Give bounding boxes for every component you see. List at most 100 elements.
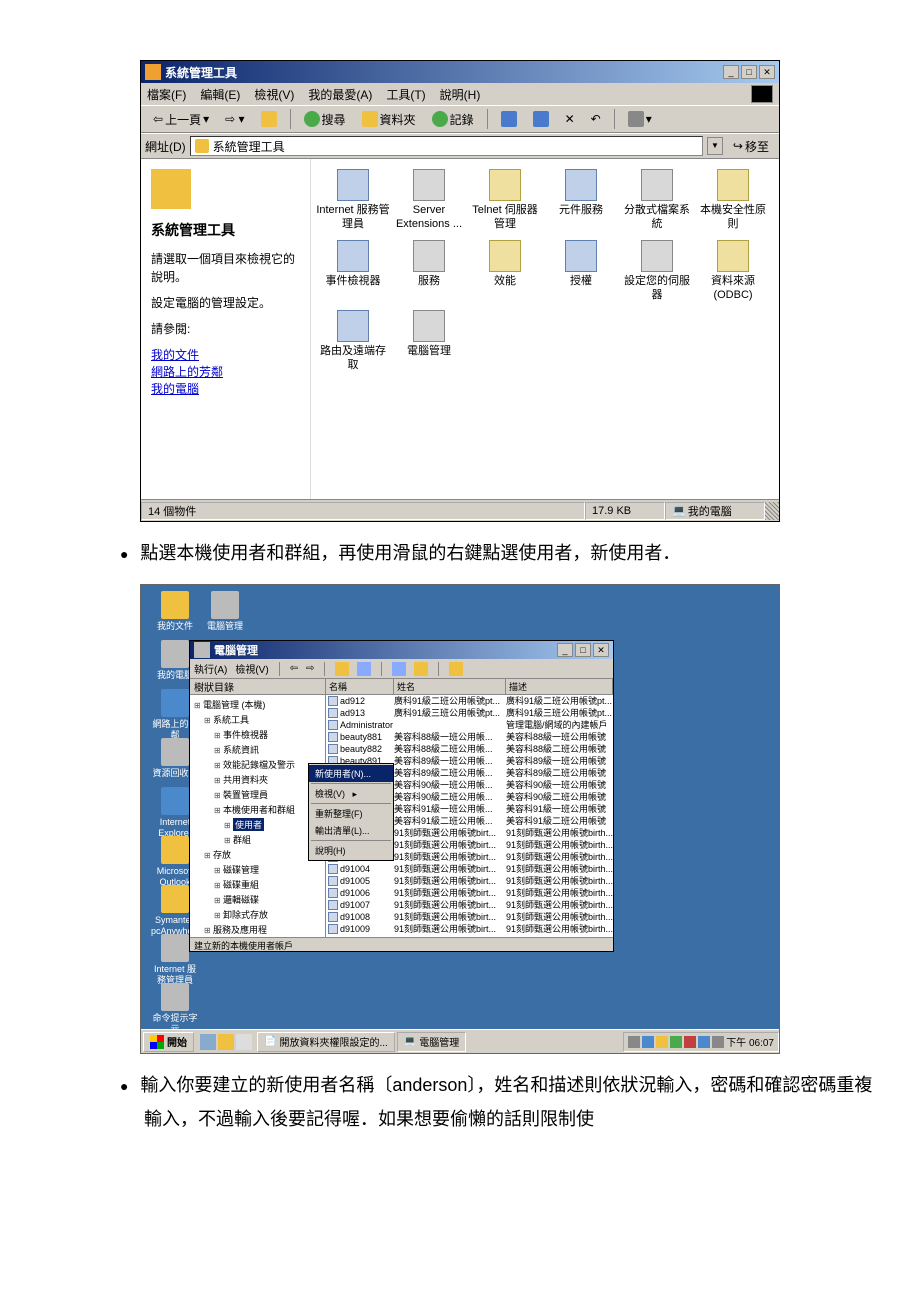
menu-edit[interactable]: 編輯(E): [200, 86, 240, 103]
admin-tool-item[interactable]: 本機安全性原則: [695, 169, 771, 232]
folders-button[interactable]: 資料夾: [356, 109, 422, 130]
user-row[interactable]: beauty882美容科88級二班公用帳...美容科88級二班公用帳號: [326, 743, 613, 755]
forward-button[interactable]: ⇨: [306, 663, 314, 674]
tray-icon[interactable]: [656, 1036, 668, 1048]
toolbar-icon[interactable]: [414, 662, 428, 676]
desktop-icon[interactable]: 電腦管理: [201, 591, 249, 632]
ql-icon[interactable]: [200, 1034, 216, 1050]
desktop-icon[interactable]: 我的文件: [151, 591, 199, 632]
titlebar[interactable]: 系統管理工具 _ □ ✕: [141, 61, 779, 83]
link-network[interactable]: 網路上的芳鄰: [151, 363, 300, 380]
user-row[interactable]: beauty881美容科88級一班公用帳...美容科88級一班公用帳號: [326, 731, 613, 743]
tray-icon[interactable]: [684, 1036, 696, 1048]
tray-icon[interactable]: [628, 1036, 640, 1048]
admin-tool-item[interactable]: 設定您的伺服器: [619, 240, 695, 303]
admin-tool-item[interactable]: Server Extensions ...: [391, 169, 467, 232]
views-button[interactable]: ▾: [622, 109, 658, 129]
tree-eventviewer[interactable]: 事件檢視器: [194, 727, 325, 742]
tree-services[interactable]: 服務及應用程: [194, 922, 325, 937]
tree-storage[interactable]: 存放: [194, 847, 325, 862]
admin-tool-item[interactable]: 電腦管理: [391, 310, 467, 373]
address-input[interactable]: 系統管理工具: [190, 136, 703, 156]
user-row[interactable]: d9100791刻師甄選公用帳號birt...91刻師甄選公用帳號birth..…: [326, 899, 613, 911]
admin-tool-item[interactable]: 元件服務: [543, 169, 619, 232]
help-icon[interactable]: [449, 662, 463, 676]
menu-tools[interactable]: 工具(T): [386, 86, 425, 103]
back-button[interactable]: ⇦ 上一頁 ▾: [147, 109, 215, 130]
admin-tool-item[interactable]: Internet 服務管理員: [315, 169, 391, 232]
maximize-button[interactable]: □: [575, 643, 591, 657]
admin-tool-item[interactable]: 路由及遠端存取: [315, 310, 391, 373]
user-row[interactable]: d9100891刻師甄選公用帳號birt...91刻師甄選公用帳號birth..…: [326, 911, 613, 923]
search-button[interactable]: 搜尋: [298, 109, 352, 130]
ql-icon[interactable]: [218, 1034, 234, 1050]
admin-tool-item[interactable]: 資料來源 (ODBC): [695, 240, 771, 303]
admin-tool-item[interactable]: 事件檢視器: [315, 240, 391, 303]
user-row[interactable]: ad913廣科91級三班公用帳號pt...廣科91級三班公用帳號pt...: [326, 707, 613, 719]
ctx-view[interactable]: 檢視(V) ▸: [309, 785, 393, 802]
tree-diskmgmt[interactable]: 磁碟管理: [194, 862, 325, 877]
tray-clock[interactable]: 下午 06:07: [726, 1034, 774, 1049]
admin-tool-item[interactable]: Telnet 伺服器管理: [467, 169, 543, 232]
maximize-button[interactable]: □: [741, 65, 757, 79]
desktop-icon[interactable]: 命令提示字元: [151, 983, 199, 1035]
minimize-button[interactable]: _: [557, 643, 573, 657]
ctx-help[interactable]: 說明(H): [309, 842, 393, 859]
link-my-computer[interactable]: 我的電腦: [151, 380, 300, 397]
tree-users[interactable]: 使用者: [194, 817, 325, 832]
minimize-button[interactable]: _: [723, 65, 739, 79]
menu-action[interactable]: 執行(A): [194, 661, 227, 676]
address-dropdown-button[interactable]: ▼: [707, 137, 723, 155]
ql-icon[interactable]: [236, 1034, 252, 1050]
tree-perf[interactable]: 效能記錄檔及警示: [194, 757, 325, 772]
tree-systools[interactable]: 系統工具: [194, 712, 325, 727]
back-button[interactable]: ⇦: [290, 663, 298, 674]
ctx-export[interactable]: 輸出清單(L)...: [309, 822, 393, 839]
user-row[interactable]: d9100691刻師甄選公用帳號birt...91刻師甄選公用帳號birth..…: [326, 887, 613, 899]
go-button[interactable]: ↪移至: [727, 136, 775, 157]
admin-tool-item[interactable]: 分散式檔案系統: [619, 169, 695, 232]
menu-view[interactable]: 檢視(V): [235, 661, 268, 676]
tree-devmgr[interactable]: 裝置管理員: [194, 787, 325, 802]
menu-view[interactable]: 檢視(V): [254, 86, 294, 103]
admin-tool-item[interactable]: 授權: [543, 240, 619, 303]
toolbar-icon[interactable]: [357, 662, 371, 676]
tray-icon[interactable]: [712, 1036, 724, 1048]
titlebar[interactable]: 電腦管理 _ □ ✕: [190, 641, 613, 659]
tree-root[interactable]: 電腦管理 (本機): [194, 697, 325, 712]
copy-to-button[interactable]: [527, 109, 555, 129]
col-name[interactable]: 名稱: [326, 679, 394, 694]
move-to-button[interactable]: [495, 109, 523, 129]
menu-fav[interactable]: 我的最愛(A): [308, 86, 372, 103]
col-desc[interactable]: 描述: [506, 679, 613, 694]
menu-help[interactable]: 說明(H): [440, 86, 481, 103]
user-row[interactable]: Administrator管理電腦/網域的內建帳戶: [326, 719, 613, 731]
user-row[interactable]: d9100491刻師甄選公用帳號birt...91刻師甄選公用帳號birth..…: [326, 863, 613, 875]
tray-icon[interactable]: [698, 1036, 710, 1048]
tree-removable[interactable]: 卸除式存放: [194, 907, 325, 922]
tree-localusr[interactable]: 本機使用者和群組: [194, 802, 325, 817]
ctx-new-user[interactable]: 新使用者(N)...: [309, 765, 393, 782]
user-row[interactable]: ad912廣科91級二班公用帳號pt...廣科91級二班公用帳號pt...: [326, 695, 613, 707]
history-button[interactable]: 記錄: [426, 109, 480, 130]
admin-tool-item[interactable]: 效能: [467, 240, 543, 303]
tray-icon[interactable]: [670, 1036, 682, 1048]
toolbar-icon[interactable]: [335, 662, 349, 676]
tree-tab[interactable]: 樹狀目錄: [190, 679, 325, 695]
ctx-refresh[interactable]: 重新整理(F): [309, 805, 393, 822]
user-row[interactable]: d9100591刻師甄選公用帳號birt...91刻師甄選公用帳號birth..…: [326, 875, 613, 887]
tree-logical[interactable]: 邏輯磁碟: [194, 892, 325, 907]
admin-tool-item[interactable]: 服務: [391, 240, 467, 303]
delete-button[interactable]: ✕: [559, 110, 581, 128]
taskbar-item[interactable]: 💻 電腦管理: [397, 1032, 466, 1052]
undo-button[interactable]: ↶: [585, 110, 607, 128]
tree-defrag[interactable]: 磁碟重組: [194, 877, 325, 892]
col-fullname[interactable]: 姓名: [394, 679, 506, 694]
tray-icon[interactable]: [642, 1036, 654, 1048]
toolbar-icon[interactable]: [392, 662, 406, 676]
close-button[interactable]: ✕: [593, 643, 609, 657]
resize-grip[interactable]: [765, 502, 779, 520]
start-button[interactable]: 開始: [143, 1032, 194, 1052]
up-button[interactable]: [255, 109, 283, 129]
user-row[interactable]: d9100991刻師甄選公用帳號birt...91刻師甄選公用帳號birth..…: [326, 923, 613, 935]
